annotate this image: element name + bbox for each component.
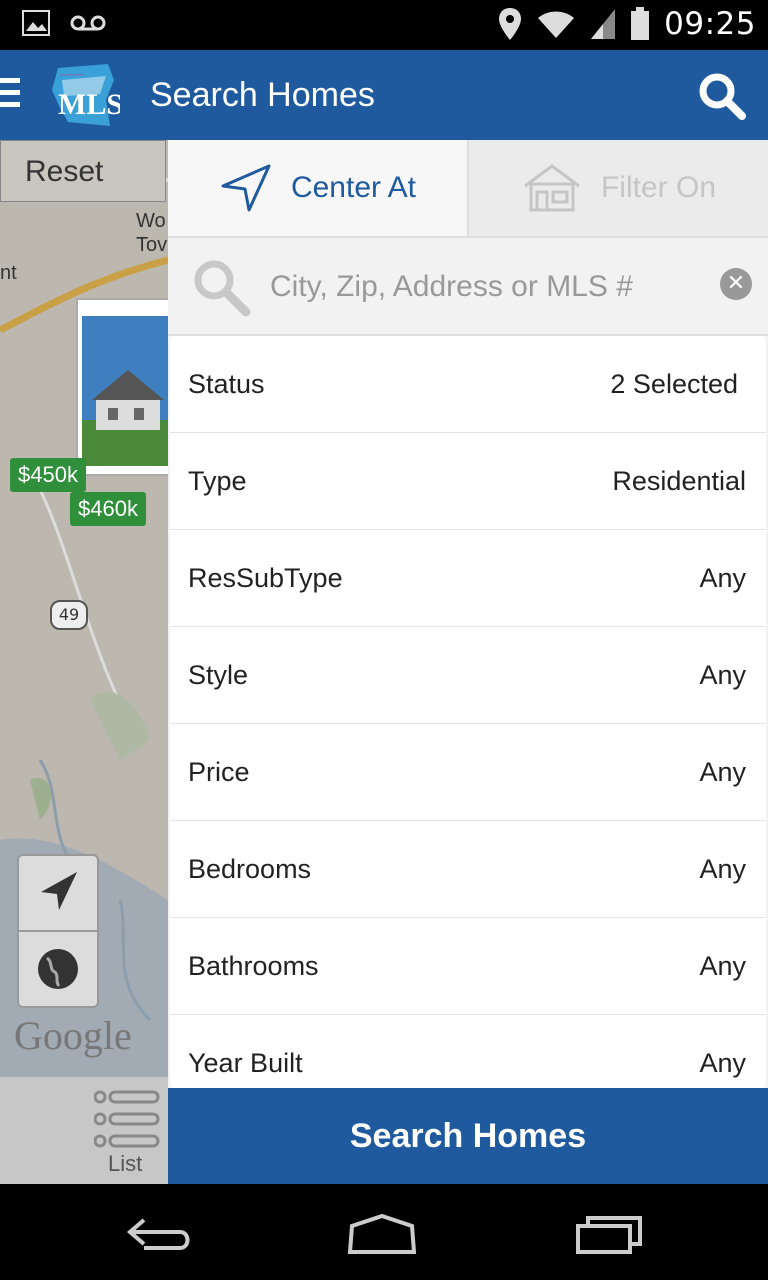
filter-row-ressubtype[interactable]: ResSubType Any <box>170 530 766 627</box>
reset-button[interactable]: Reset <box>0 140 166 202</box>
globe-icon[interactable] <box>19 932 97 1006</box>
map-place-label: Wo <box>136 210 166 232</box>
route-shield: 49 <box>50 600 88 630</box>
filter-label: Type <box>188 465 247 496</box>
system-nav-bar <box>0 1184 768 1280</box>
app-logo[interactable]: MLS ~~~~~ <box>48 60 120 130</box>
filter-row-style[interactable]: Style Any <box>170 627 766 724</box>
filter-row-year-built[interactable]: Year Built Any <box>170 1015 766 1088</box>
app-bar: MLS ~~~~~ Search Homes <box>0 50 768 140</box>
location-icon <box>499 8 522 40</box>
menu-icon[interactable] <box>0 78 22 114</box>
filter-label: Status <box>188 368 265 399</box>
tab-label: Center At <box>290 171 417 204</box>
my-location-icon[interactable] <box>19 856 97 932</box>
back-icon[interactable] <box>124 1212 196 1256</box>
filter-value: Any <box>699 659 746 690</box>
price-marker[interactable]: $450k <box>10 458 86 492</box>
search-input[interactable] <box>268 258 702 316</box>
filter-label: Bathrooms <box>188 950 319 981</box>
navigation-arrow-icon <box>221 164 271 212</box>
filter-value: Any <box>699 756 746 787</box>
search-icon <box>194 260 251 317</box>
house-icon <box>524 164 580 212</box>
filter-value: Any <box>699 1047 746 1078</box>
filter-label: Year Built <box>188 1047 303 1078</box>
battery-icon <box>631 7 650 40</box>
svg-text:MLS: MLS <box>58 88 120 121</box>
clear-icon[interactable]: ✕ <box>720 268 752 300</box>
filter-row-bedrooms[interactable]: Bedrooms Any <box>170 821 766 918</box>
list-label: List <box>108 1151 143 1176</box>
recent-apps-icon[interactable] <box>574 1212 646 1256</box>
tab-center-at[interactable]: Center At <box>168 140 469 236</box>
filter-row-price[interactable]: Price Any <box>170 724 766 821</box>
list-icon <box>94 1090 160 1148</box>
filter-list: Status 2 Selected Type Residential ResSu… <box>170 336 766 1088</box>
map-controls <box>17 854 99 1008</box>
filter-label: Price <box>188 756 250 787</box>
status-bar: 09:25 <box>0 0 768 50</box>
image-icon <box>22 10 50 36</box>
filter-row-type[interactable]: Type Residential <box>170 433 766 530</box>
voicemail-icon <box>70 15 106 31</box>
price-marker[interactable]: $460k <box>70 492 146 526</box>
filter-value: 2 Selected <box>610 368 738 399</box>
page-title: Search Homes <box>150 76 375 114</box>
filter-label: Bedrooms <box>188 853 312 884</box>
google-logo: Google <box>14 1013 132 1058</box>
filter-value: Residential <box>612 465 746 496</box>
filter-label: ResSubType <box>188 562 343 593</box>
wifi-icon <box>538 11 575 38</box>
filter-row-status[interactable]: Status 2 Selected <box>170 336 766 433</box>
map-place-label: nt <box>0 262 17 284</box>
filter-value: Any <box>699 562 746 593</box>
svg-text:~~~~~: ~~~~~ <box>60 70 84 80</box>
tab-filter-on[interactable]: Filter On <box>469 140 768 236</box>
filter-value: Any <box>699 853 746 884</box>
search-bar: ✕ <box>168 238 768 336</box>
signal-icon <box>591 9 616 39</box>
filter-row-bathrooms[interactable]: Bathrooms Any <box>170 918 766 1015</box>
filter-label: Style <box>188 659 249 690</box>
search-panel: Center At Filter On ✕ Status 2 Selected … <box>168 140 768 1184</box>
search-icon[interactable] <box>696 70 748 122</box>
tab-label: Filter On <box>600 171 717 204</box>
tab-bar: Center At Filter On <box>168 140 768 238</box>
map-place-label: Tov <box>136 234 168 256</box>
clock: 09:25 <box>664 6 756 42</box>
listing-thumbnail[interactable] <box>76 298 168 476</box>
list-toggle[interactable]: List <box>0 1077 168 1184</box>
filter-value: Any <box>699 950 746 981</box>
map-view[interactable]: Reset Wo Tov nt $450k $460k 49 Google Li… <box>0 140 168 1184</box>
search-homes-button[interactable]: Search Homes <box>168 1088 768 1184</box>
home-icon[interactable] <box>346 1212 418 1256</box>
